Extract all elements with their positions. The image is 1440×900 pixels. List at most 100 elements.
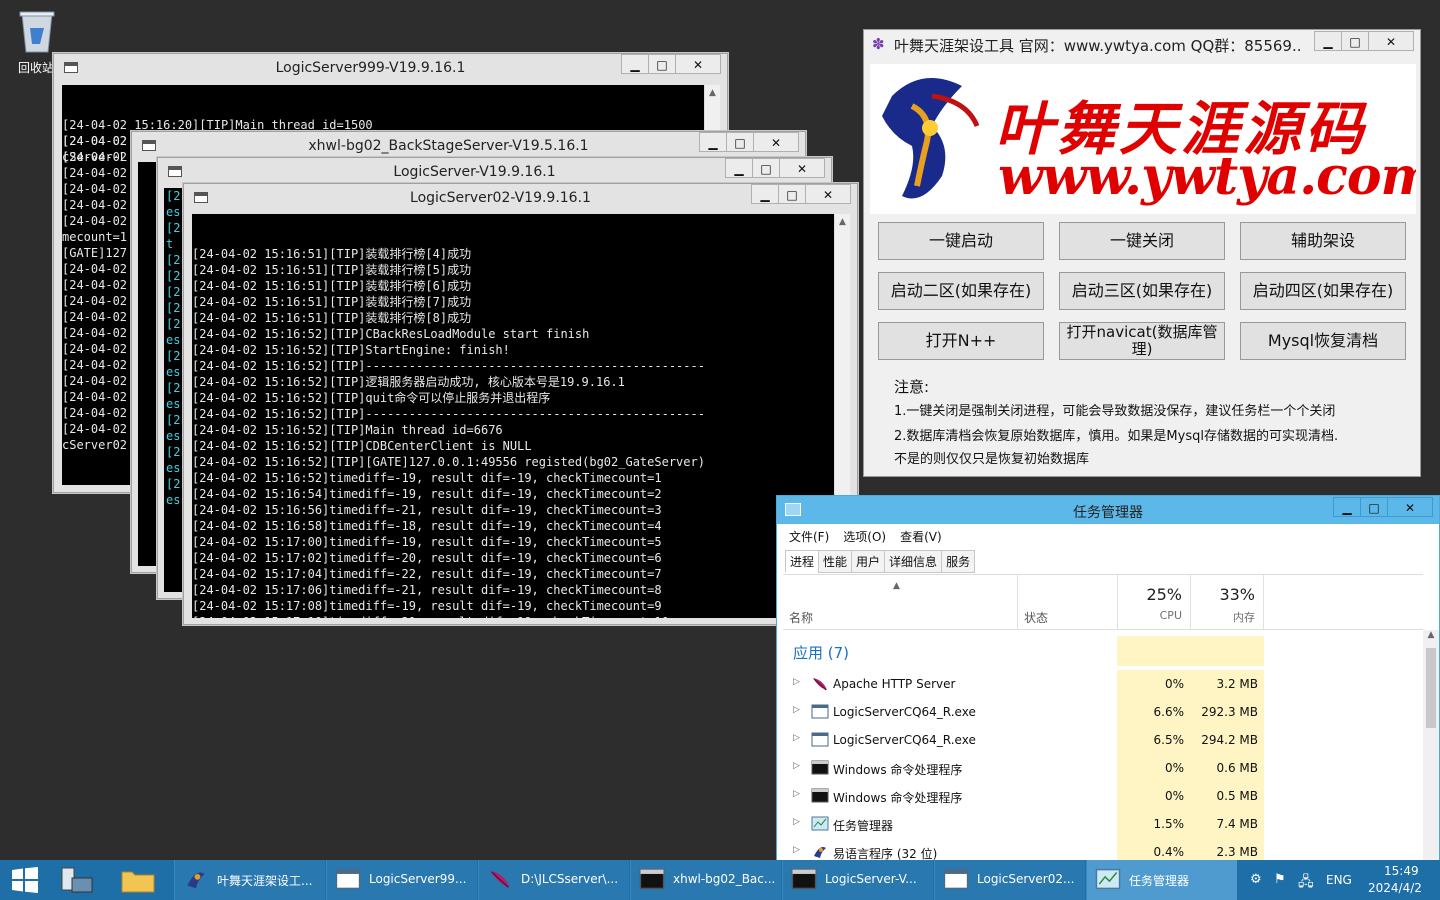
task-manager-window[interactable]: 任务管理器 ▁ □ ✕ 文件(F) 选项(O) 查看(V) 进程 性能 用户 详… bbox=[776, 495, 1440, 865]
maximize-button[interactable]: □ bbox=[1341, 31, 1369, 51]
process-row[interactable]: ▷ Windows 命令处理程序 0% 0.5 MB bbox=[783, 782, 1423, 810]
setup-tool-window[interactable]: ✽ 叶舞天涯架设工具 官网：www.ywtya.com QQ群：85569...… bbox=[863, 29, 1421, 477]
cmd-icon bbox=[639, 868, 665, 892]
tab-details[interactable]: 详细信息 bbox=[884, 550, 943, 573]
clock-date[interactable]: 2024/4/2 bbox=[1368, 881, 1422, 895]
taskbar-task-manager[interactable]: 任务管理器 bbox=[1086, 860, 1237, 900]
open-npp-button[interactable]: 打开N++ bbox=[878, 322, 1044, 360]
system-tray: ⚙ ⚑ 🖧 ENG 15:49 2024/4/2 bbox=[1240, 860, 1440, 900]
scroll-thumb[interactable] bbox=[1426, 648, 1436, 728]
column-status[interactable]: 状态 bbox=[1017, 575, 1117, 629]
note-line-2: 2.数据库清档会恢复原始数据库，慎用。如果是Mysql存储数据的可实现清档. bbox=[894, 429, 1339, 444]
start-button[interactable] bbox=[0, 860, 50, 900]
expand-arrow-icon[interactable]: ▷ bbox=[793, 817, 800, 827]
start-zone3-button[interactable]: 启动三区(如果存在) bbox=[1059, 272, 1225, 310]
expand-arrow-icon[interactable]: ▷ bbox=[793, 761, 800, 771]
one-key-stop-button[interactable]: 一键关闭 bbox=[1059, 222, 1225, 260]
tab-users[interactable]: 用户 bbox=[851, 550, 886, 573]
cmd-icon bbox=[791, 868, 817, 892]
taskbar-logicserver[interactable]: LogicServer-V... bbox=[782, 860, 933, 900]
network-status-icon[interactable]: ⚙ bbox=[1250, 872, 1262, 887]
window-title: 叶舞天涯架设工具 官网：www.ywtya.com QQ群：85569... bbox=[894, 37, 1300, 55]
dancer-logo-icon bbox=[882, 78, 980, 199]
column-name[interactable]: 名称 bbox=[783, 575, 1017, 629]
minimize-button[interactable]: ▁ bbox=[699, 132, 727, 152]
column-memory[interactable]: 33% 内存 bbox=[1190, 575, 1264, 629]
taskbar-item-label: LogicServer02... bbox=[977, 872, 1075, 886]
minimize-button[interactable]: ▁ bbox=[751, 184, 779, 204]
process-memory: 0.6 MB bbox=[1190, 754, 1264, 782]
language-indicator[interactable]: ENG bbox=[1326, 873, 1352, 887]
console-line: [24-04-02 bbox=[62, 390, 128, 404]
process-row[interactable]: ▷ LogicServerCQ64_R.exe 6.5% 294.2 MB bbox=[783, 726, 1423, 754]
close-button[interactable]: ✕ bbox=[1387, 497, 1433, 517]
menu-file[interactable]: 文件(F) bbox=[789, 528, 829, 545]
process-row[interactable]: ▷ LogicServerCQ64_R.exe 6.6% 292.3 MB bbox=[783, 698, 1423, 726]
network-icon[interactable]: 🖧 bbox=[1298, 871, 1314, 895]
note-line-3: 不是的则仅仅只是恢复初始数据库 bbox=[894, 452, 1090, 467]
one-key-start-button[interactable]: 一键启动 bbox=[878, 222, 1044, 260]
cpu-label: CPU bbox=[1159, 609, 1182, 622]
feather-icon bbox=[811, 676, 829, 691]
column-cpu[interactable]: 25% CPU bbox=[1117, 575, 1190, 629]
close-button[interactable]: ✕ bbox=[675, 54, 721, 74]
scroll-up-icon[interactable]: ▲ bbox=[835, 214, 850, 230]
taskbar-logicserver02[interactable]: LogicServer02... bbox=[934, 860, 1085, 900]
maximize-button[interactable]: □ bbox=[1360, 497, 1388, 517]
maximize-button[interactable]: □ bbox=[778, 184, 806, 204]
tab-services[interactable]: 服务 bbox=[941, 550, 976, 573]
close-button[interactable]: ✕ bbox=[753, 132, 799, 152]
expand-arrow-icon[interactable]: ▷ bbox=[793, 705, 800, 715]
tab-performance[interactable]: 性能 bbox=[818, 550, 853, 573]
menu-view[interactable]: 查看(V) bbox=[900, 528, 942, 545]
process-row[interactable]: ▷ Windows 命令处理程序 0% 0.6 MB bbox=[783, 754, 1423, 782]
clock-time[interactable]: 15:49 bbox=[1384, 864, 1419, 878]
start-zone2-button[interactable]: 启动二区(如果存在) bbox=[878, 272, 1044, 310]
vertical-scrollbar[interactable]: ▲ bbox=[1423, 630, 1439, 864]
maximize-button[interactable]: □ bbox=[726, 132, 754, 152]
table-header: ▲ 名称 状态 25% CPU 33% 内存 bbox=[783, 574, 1423, 630]
console-line: [24-04-02 15:16:52]timediff=-19, result … bbox=[192, 471, 662, 485]
process-cpu: 0% bbox=[1117, 754, 1190, 782]
expand-arrow-icon[interactable]: ▷ bbox=[793, 677, 800, 687]
note-title: 注意: bbox=[894, 378, 930, 396]
tab-processes[interactable]: 进程 bbox=[785, 550, 820, 573]
close-button[interactable]: ✕ bbox=[1368, 31, 1414, 51]
close-button[interactable]: ✕ bbox=[805, 184, 851, 204]
flag-icon[interactable]: ⚑ bbox=[1274, 872, 1286, 887]
mysql-restore-button[interactable]: Mysql恢复清档 bbox=[1240, 322, 1406, 360]
explorer-pin[interactable] bbox=[120, 866, 160, 894]
minimize-button[interactable]: ▁ bbox=[725, 158, 753, 178]
process-row[interactable]: ▷ Apache HTTP Server 0% 3.2 MB bbox=[783, 670, 1423, 698]
expand-arrow-icon[interactable]: ▷ bbox=[793, 733, 800, 743]
close-button[interactable]: ✕ bbox=[779, 158, 825, 178]
maximize-button[interactable]: □ bbox=[752, 158, 780, 178]
process-memory: 292.3 MB bbox=[1190, 698, 1264, 726]
process-row[interactable]: ▷ 任务管理器 1.5% 7.4 MB bbox=[783, 810, 1423, 838]
open-navicat-button[interactable]: 打开navicat(数据库管理) bbox=[1059, 322, 1225, 360]
taskbar-setup-tool[interactable]: 叶舞天涯架设工... bbox=[174, 860, 325, 900]
logicserver02-window[interactable]: LogicServer02-V19.9.16.1 ▁ □ ✕ [24-04-02… bbox=[183, 183, 858, 625]
console-line: [24-04-02 15:16:52][TIP]----------------… bbox=[192, 359, 705, 373]
expand-arrow-icon[interactable]: ▷ bbox=[793, 845, 800, 855]
scroll-up-icon[interactable]: ▲ bbox=[1423, 630, 1439, 640]
minimize-button[interactable]: ▁ bbox=[1314, 31, 1342, 51]
cpu-total: 25% bbox=[1146, 585, 1182, 604]
recycle-bin-label: 回收站 bbox=[18, 61, 55, 75]
taskbar-backstage[interactable]: xhwl-bg02_Bac... bbox=[630, 860, 781, 900]
expand-arrow-icon[interactable]: ▷ bbox=[793, 789, 800, 799]
memory-total: 33% bbox=[1219, 585, 1255, 604]
minimize-button[interactable]: ▁ bbox=[621, 54, 649, 74]
taskbar-logicserver999[interactable]: LogicServer99... bbox=[326, 860, 477, 900]
assist-setup-button[interactable]: 辅助架设 bbox=[1240, 222, 1406, 260]
group-apps[interactable]: 应用 (7) bbox=[793, 642, 849, 663]
menu-options[interactable]: 选项(O) bbox=[843, 528, 886, 545]
column-name-label: 名称 bbox=[789, 611, 814, 625]
server-manager-pin[interactable] bbox=[58, 866, 98, 894]
start-zone4-button[interactable]: 启动四区(如果存在) bbox=[1240, 272, 1406, 310]
minimize-button[interactable]: ▁ bbox=[1333, 497, 1361, 517]
scroll-up-icon[interactable]: ▲ bbox=[705, 85, 720, 101]
maximize-button[interactable]: □ bbox=[648, 54, 676, 74]
taskbar-jlcs-folder[interactable]: D:\JLCSserver\... bbox=[478, 860, 629, 900]
banner: 叶舞天涯源码 www.ywtya.com bbox=[870, 64, 1416, 214]
